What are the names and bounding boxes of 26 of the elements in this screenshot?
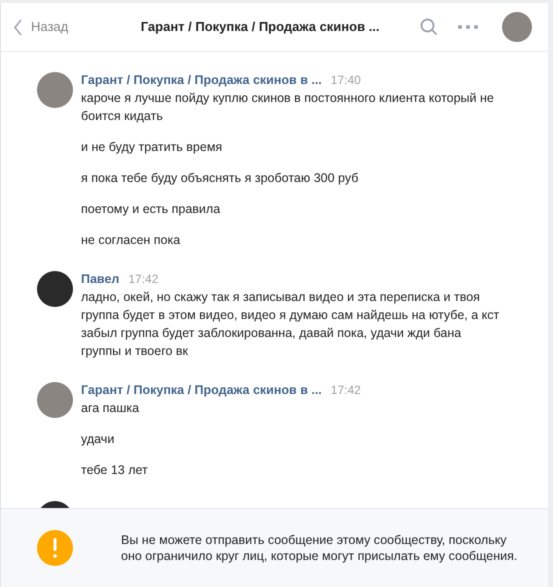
search-icon[interactable] (420, 18, 438, 36)
avatar (37, 382, 73, 418)
message-time: 17:42 (330, 382, 361, 399)
message-text: ага пашка (81, 400, 140, 417)
message-text: удачи (81, 431, 116, 448)
avatar (37, 72, 73, 108)
sender-name[interactable]: Павел (81, 271, 120, 288)
sender-name[interactable]: Гарант / Покупка / Продажа скинов в ... (81, 382, 322, 399)
message-text: тебе 13 лет (81, 462, 149, 479)
back-button[interactable]: Назад (13, 17, 68, 37)
notice-text: Вы не можете отправить сообщение этому сообществу, поскольку оно ограничило круг лиц, которые могут присылать ему сообщения. (121, 532, 518, 564)
message-text: я пока тебе буду объяснять я зроботаю 300 руб (81, 170, 360, 187)
message-text: и не буду тратить время (81, 139, 224, 156)
message-text: кароче я лучше пойду куплю скинов в постоянного клиента который не боится кидать (81, 90, 495, 125)
message-text: не согласен пока (81, 232, 182, 249)
warning-icon (37, 530, 73, 566)
avatar (37, 271, 73, 307)
message-time: 17:40 (330, 72, 361, 89)
chat-title: Гарант / Покупка / Продажа скинов ... (140, 18, 381, 36)
message-time: 17:42 (128, 271, 158, 288)
community-avatar[interactable] (502, 12, 532, 42)
sender-name[interactable]: Гарант / Покупка / Продажа скинов в ... (81, 72, 322, 89)
back-chevron-icon (13, 18, 23, 36)
more-icon[interactable] (458, 25, 478, 29)
message-text: поетому и есть правила (81, 201, 222, 218)
message-text: ладно, окей, но скажу так я записывал видео и эта переписка и твоя группа будет в этом видео, видео я думаю сам найдешь на ютубе, а кст забыл группа будет заблокированна, давай пока, удачи жди бана группы и твоего вк (81, 289, 500, 360)
